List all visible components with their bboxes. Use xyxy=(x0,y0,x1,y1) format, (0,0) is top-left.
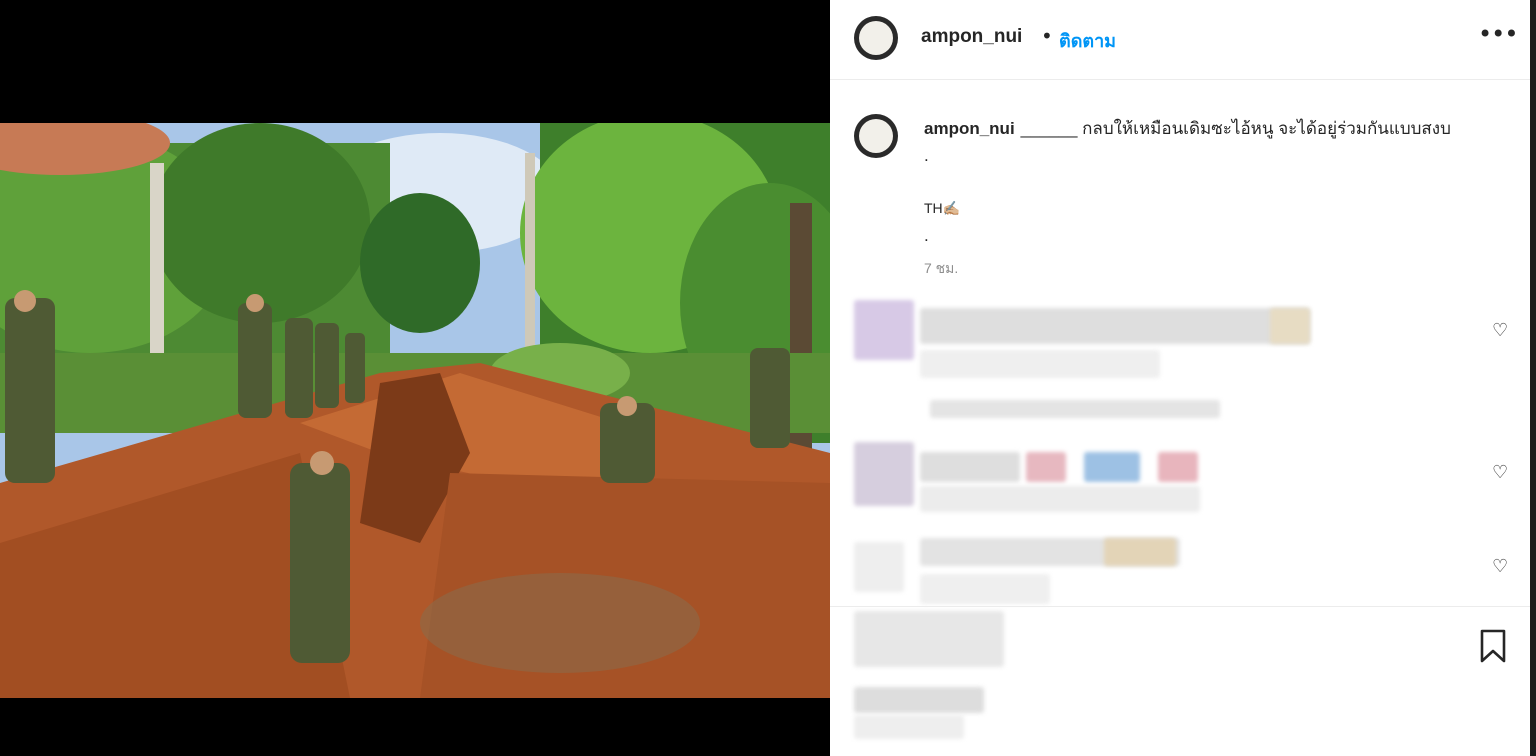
author-avatar[interactable] xyxy=(854,16,898,60)
action-icons[interactable] xyxy=(854,611,1004,667)
heart-outline-icon[interactable]: ♡ xyxy=(1492,556,1508,577)
comment-meta xyxy=(930,400,1220,418)
photo-illustration xyxy=(0,123,830,698)
comment-avatar[interactable] xyxy=(854,300,914,360)
post-header: ampon_nui • ติดตาม ••• xyxy=(830,0,1530,80)
likes-count[interactable] xyxy=(854,687,984,713)
caption-line: . xyxy=(924,146,929,165)
comment-text xyxy=(920,574,1050,604)
avatar-image xyxy=(859,119,893,153)
post-photo[interactable] xyxy=(0,123,830,698)
comment-text xyxy=(920,486,1200,512)
separator-dot: • xyxy=(1041,24,1053,48)
bookmark-icon[interactable] xyxy=(1478,629,1508,663)
heart-outline-icon[interactable]: ♡ xyxy=(1492,462,1508,483)
avatar-image xyxy=(859,21,893,55)
comment-avatar[interactable] xyxy=(854,542,904,592)
post-actions xyxy=(830,606,1530,756)
caption-body: ______ กลบให้เหมือนเดิมซะไอ้หนู จะได้อยู… xyxy=(1020,119,1451,138)
post-date xyxy=(854,715,964,739)
author-username[interactable]: ampon_nui xyxy=(921,26,1022,48)
caption-text: ampon_nui ______ กลบให้เหมือนเดิมซะไอ้หนู… xyxy=(924,118,1504,140)
comment-text xyxy=(920,452,1020,482)
comment-emoji xyxy=(1104,538,1176,566)
comment-emoji xyxy=(1026,452,1066,482)
comment-emoji xyxy=(1084,452,1140,482)
post-sidebar: ampon_nui • ติดตาม ••• ampon_nui ______ ก… xyxy=(830,0,1530,756)
comment-text xyxy=(920,308,1310,344)
heart-outline-icon[interactable]: ♡ xyxy=(1492,320,1508,341)
more-horizontal-icon[interactable]: ••• xyxy=(1478,20,1518,48)
post-media-panel xyxy=(0,0,830,756)
window-edge xyxy=(1530,0,1536,756)
comment-avatar[interactable] xyxy=(854,442,914,506)
caption-line: TH✍🏼 xyxy=(924,200,961,216)
caption-avatar[interactable] xyxy=(854,114,898,158)
comment-emoji xyxy=(1158,452,1198,482)
follow-button[interactable]: ติดตาม xyxy=(1059,26,1116,55)
caption-username[interactable]: ampon_nui xyxy=(924,119,1015,138)
post-timestamp: 7 ชม. xyxy=(924,260,959,276)
caption-line: . xyxy=(924,226,929,245)
comment-text xyxy=(920,350,1160,378)
comment-emoji xyxy=(1270,308,1310,344)
